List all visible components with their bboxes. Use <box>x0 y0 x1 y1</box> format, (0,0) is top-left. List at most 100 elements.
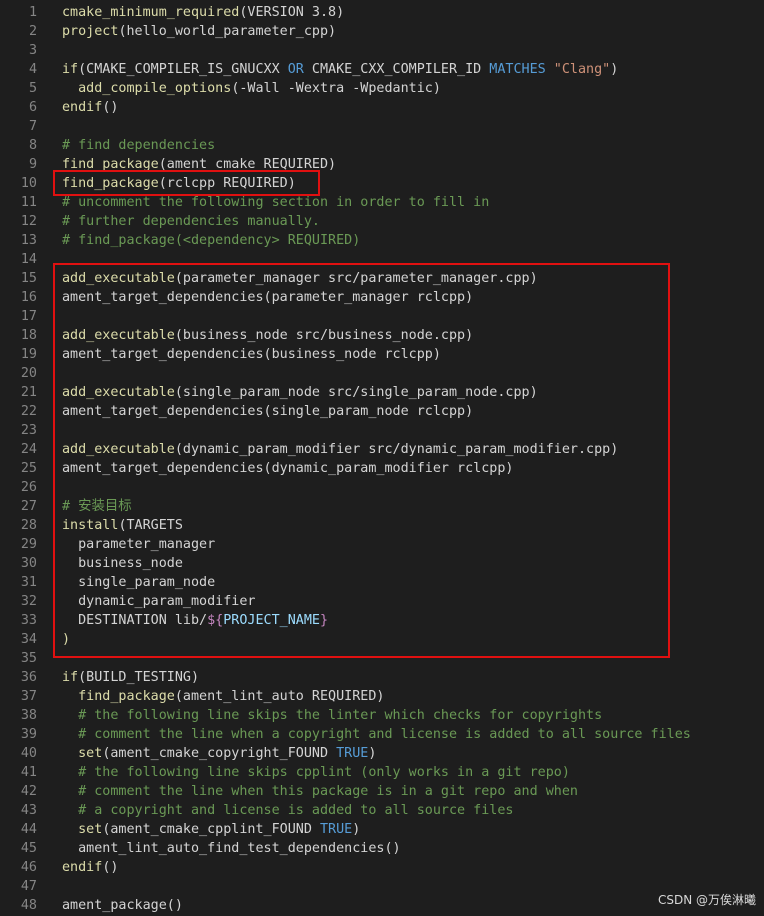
code-token: ament_target_dependencies(business_node … <box>62 347 441 362</box>
code-line[interactable]: 35 <box>0 649 764 668</box>
code-line[interactable]: 19 ament_target_dependencies(business_nod… <box>0 345 764 364</box>
code-token: ) <box>610 62 619 77</box>
code-text: set(ament_cmake_copyright_FOUND TRUE) <box>62 744 376 763</box>
code-token: ament_target_dependencies(parameter_mana… <box>62 290 474 305</box>
code-line[interactable]: 29 parameter_manager <box>0 535 764 554</box>
code-editor[interactable]: 1 cmake_minimum_required(VERSION 3.8) 2 pro… <box>0 3 764 915</box>
code-line[interactable]: 10 find_package(rclcpp REQUIRED) <box>0 174 764 193</box>
code-token: CMAKE_CXX_COMPILER_ID <box>303 62 490 77</box>
line-number: 1 <box>28 5 37 20</box>
code-line[interactable]: 5 add_compile_options(-Wall -Wextra -Wpe… <box>0 79 764 98</box>
code-token: ament_target_dependencies(dynamic_param_… <box>62 461 514 476</box>
code-line[interactable]: 20 <box>0 364 764 383</box>
code-token: (ament_cmake_cpplint_FOUND <box>102 822 320 837</box>
code-line[interactable]: 48 ament_package() <box>0 896 764 915</box>
line-number: 26 <box>20 480 37 495</box>
code-line[interactable]: 18 add_executable(business_node src/busin… <box>0 326 764 345</box>
code-line[interactable]: 26 <box>0 478 764 497</box>
code-text: # a copyright and license is added to al… <box>62 801 513 820</box>
code-token: # find_package(<dependency> REQUIRED) <box>62 233 361 248</box>
code-token: TRUE <box>319 822 353 837</box>
code-line[interactable]: 47 <box>0 877 764 896</box>
code-line[interactable]: 42 # comment the line when this package … <box>0 782 764 801</box>
code-token: endif <box>62 100 103 115</box>
code-token: (VERSION 3.8) <box>239 5 345 20</box>
code-line[interactable]: 11 # uncomment the following section in o… <box>0 193 764 212</box>
code-line[interactable]: 21 add_executable(single_param_node src/s… <box>0 383 764 402</box>
code-text: # 安装目标 <box>62 497 132 516</box>
code-line[interactable]: 36 if(BUILD_TESTING) <box>0 668 764 687</box>
code-token: (ament_cmake REQUIRED) <box>158 157 337 172</box>
code-token: # further dependencies manually. <box>62 214 320 229</box>
code-text: # find dependencies <box>62 136 215 155</box>
line-number: 33 <box>20 613 37 628</box>
code-line[interactable]: 45 ament_lint_auto_find_test_dependencie… <box>0 839 764 858</box>
code-token: (business_node src/business_node.cpp) <box>174 328 474 343</box>
code-text: add_compile_options(-Wall -Wextra -Wpeda… <box>62 79 441 98</box>
code-token: cmake_minimum_required <box>62 5 240 20</box>
code-text: # the following line skips the linter wh… <box>62 706 602 725</box>
code-token: DESTINATION lib/ <box>62 613 208 628</box>
code-line[interactable]: 23 <box>0 421 764 440</box>
code-text: if(CMAKE_COMPILER_IS_GNUCXX OR CMAKE_CXX… <box>62 60 618 79</box>
code-line[interactable]: 8 # find dependencies <box>0 136 764 155</box>
code-token: # a copyright and license is added to al… <box>78 803 514 818</box>
code-line[interactable]: 6 endif() <box>0 98 764 117</box>
code-text: find_package(ament_lint_auto REQUIRED) <box>62 687 384 706</box>
line-number: 21 <box>20 385 37 400</box>
code-line[interactable]: 32 dynamic_param_modifier <box>0 592 764 611</box>
code-line[interactable]: 43 # a copyright and license is added to… <box>0 801 764 820</box>
code-token: ${ <box>207 613 224 628</box>
code-token: install <box>62 518 119 533</box>
code-token: # find dependencies <box>62 138 216 153</box>
code-line[interactable]: 46 endif() <box>0 858 764 877</box>
line-number: 48 <box>20 898 37 913</box>
code-token: find_package <box>78 689 175 704</box>
code-token: ) <box>352 822 361 837</box>
code-line[interactable]: 41 # the following line skips cpplint (o… <box>0 763 764 782</box>
code-line[interactable]: 12 # further dependencies manually. <box>0 212 764 231</box>
code-line[interactable]: 37 find_package(ament_lint_auto REQUIRED… <box>0 687 764 706</box>
code-text: single_param_node <box>62 573 215 592</box>
code-line[interactable]: 22 ament_target_dependencies(single_param… <box>0 402 764 421</box>
code-line[interactable]: 4 if(CMAKE_COMPILER_IS_GNUCXX OR CMAKE_CX… <box>0 60 764 79</box>
code-line[interactable]: 14 <box>0 250 764 269</box>
code-token: # uncomment the following section in ord… <box>62 195 490 210</box>
line-number: 38 <box>20 708 37 723</box>
code-line[interactable]: 30 business_node <box>0 554 764 573</box>
line-number: 39 <box>20 727 37 742</box>
code-line[interactable]: 15 add_executable(parameter_manager src/p… <box>0 269 764 288</box>
code-line[interactable]: 16 ament_target_dependencies(parameter_ma… <box>0 288 764 307</box>
line-number: 17 <box>20 309 37 324</box>
code-line[interactable]: 44 set(ament_cmake_cpplint_FOUND TRUE) <box>0 820 764 839</box>
code-line[interactable]: 3 <box>0 41 764 60</box>
code-token: parameter_manager <box>62 537 216 552</box>
code-line[interactable]: 7 <box>0 117 764 136</box>
code-line[interactable]: 31 single_param_node <box>0 573 764 592</box>
code-line[interactable]: 24 add_executable(dynamic_param_modifier … <box>0 440 764 459</box>
line-number: 31 <box>20 575 37 590</box>
code-line[interactable]: 28 install(TARGETS <box>0 516 764 535</box>
code-token: project <box>62 24 119 39</box>
line-number: 6 <box>28 100 37 115</box>
code-line[interactable]: 2 project(hello_world_parameter_cpp) <box>0 22 764 41</box>
code-line[interactable]: 13 # find_package(<dependency> REQUIRED) <box>0 231 764 250</box>
code-line[interactable]: 9 find_package(ament_cmake REQUIRED) <box>0 155 764 174</box>
code-line[interactable]: 40 set(ament_cmake_copyright_FOUND TRUE) <box>0 744 764 763</box>
code-line[interactable]: 1 cmake_minimum_required(VERSION 3.8) <box>0 3 764 22</box>
code-token: (dynamic_param_modifier src/dynamic_para… <box>174 442 619 457</box>
code-line[interactable]: 27 # 安装目标 <box>0 497 764 516</box>
code-line[interactable]: 39 # comment the line when a copyright a… <box>0 725 764 744</box>
line-number: 40 <box>20 746 37 761</box>
code-token: (CMAKE_COMPILER_IS_GNUCXX <box>78 62 288 77</box>
code-line[interactable]: 33 DESTINATION lib/${PROJECT_NAME} <box>0 611 764 630</box>
code-line[interactable]: 38 # the following line skips the linter… <box>0 706 764 725</box>
code-line[interactable]: 17 <box>0 307 764 326</box>
code-token: } <box>320 613 329 628</box>
code-line[interactable]: 25 ament_target_dependencies(dynamic_para… <box>0 459 764 478</box>
code-line[interactable]: 34) <box>0 630 764 649</box>
